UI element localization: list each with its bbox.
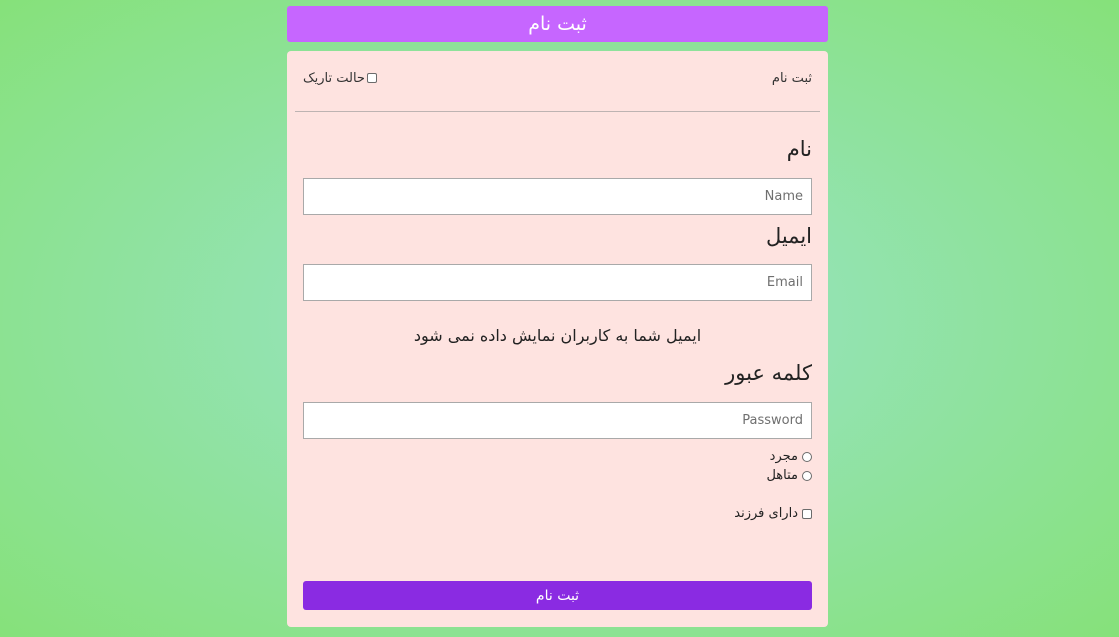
single-radio[interactable] xyxy=(802,451,812,462)
password-label: کلمه عبور xyxy=(725,361,812,385)
dark-mode-toggle[interactable]: حالت تاریک xyxy=(303,71,377,86)
has-children-option[interactable]: دارای فرزند xyxy=(734,506,812,521)
married-radio[interactable] xyxy=(802,470,812,481)
has-children-checkbox[interactable] xyxy=(802,508,812,519)
marital-option-single[interactable]: مجرد xyxy=(770,449,812,464)
password-input[interactable] xyxy=(303,402,812,439)
page-title-bar: ثبت نام xyxy=(287,6,828,42)
divider xyxy=(295,111,820,112)
dark-mode-checkbox[interactable] xyxy=(366,73,377,83)
submit-button[interactable]: ثبت نام xyxy=(303,581,812,610)
name-label: نام xyxy=(786,137,812,161)
form-top-row: ثبت نام حالت تاریک xyxy=(303,69,812,87)
form-heading: ثبت نام xyxy=(771,70,812,86)
single-label: مجرد xyxy=(769,449,798,464)
name-input[interactable] xyxy=(303,178,812,215)
email-input[interactable] xyxy=(303,264,812,301)
married-label: متاهل xyxy=(766,468,798,483)
email-label: ایمیل xyxy=(765,224,812,248)
email-privacy-hint: ایمیل شما به کاربران نمایش داده نمی شود xyxy=(413,326,702,345)
signup-form-card: ثبت نام حالت تاریک نام ایمیل ایمیل شما ب… xyxy=(287,51,828,627)
page-title: ثبت نام xyxy=(528,13,587,35)
has-children-label: دارای فرزند xyxy=(734,506,798,521)
dark-mode-label: حالت تاریک xyxy=(303,70,365,86)
marital-option-married[interactable]: متاهل xyxy=(766,468,812,483)
